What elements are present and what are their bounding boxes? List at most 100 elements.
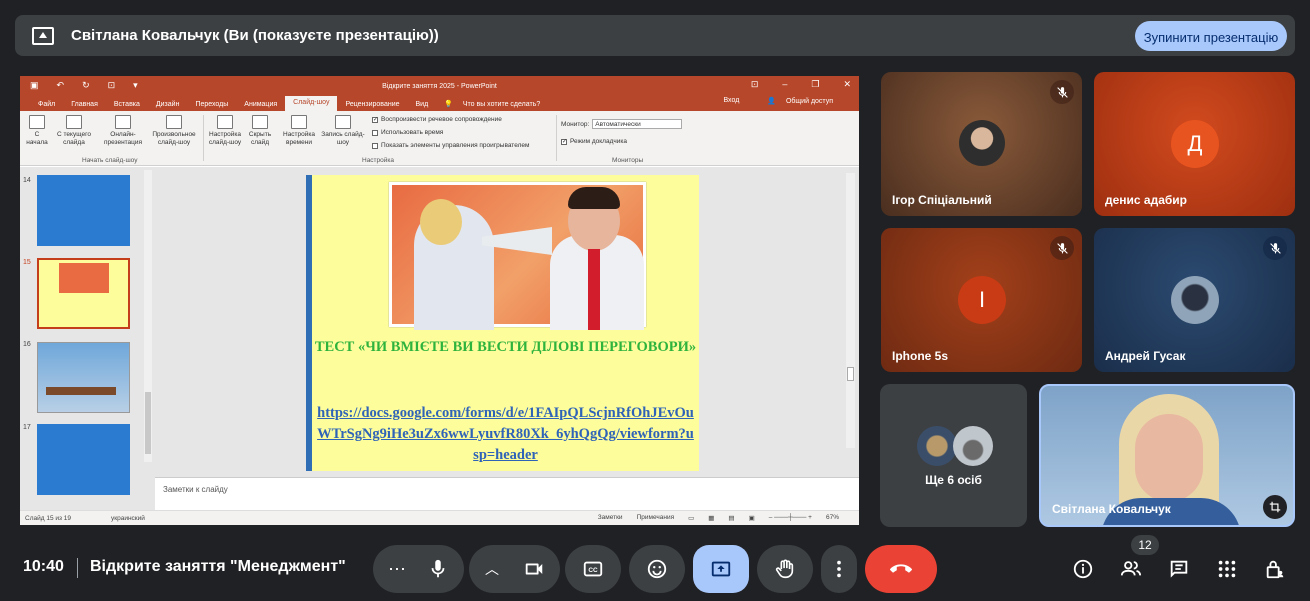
- more-options-button[interactable]: [821, 545, 857, 593]
- notes-pane[interactable]: Заметки к слайду: [155, 477, 859, 503]
- save-icon[interactable]: ▣: [30, 80, 39, 91]
- participant-tile[interactable]: I Iphone 5s: [881, 228, 1082, 372]
- share-label: Общий доступ: [785, 98, 833, 105]
- sorter-view-icon[interactable]: ▦: [708, 514, 714, 522]
- redo-icon[interactable]: ↻: [82, 80, 90, 91]
- notes-placeholder: Заметки к слайду: [163, 485, 228, 494]
- camera-button[interactable]: [508, 545, 560, 593]
- tab-slideshow[interactable]: Слайд-шоу: [285, 96, 338, 111]
- timings-label: Использовать время: [381, 129, 444, 136]
- language-indicator[interactable]: украинский: [111, 515, 145, 522]
- controls-checkbox[interactable]: Показать элементы управления проигрывате…: [372, 142, 529, 149]
- presenting-title: Світлана Ковальчук (Ви (показуєте презен…: [71, 27, 439, 44]
- reactions-button[interactable]: [629, 545, 685, 593]
- slide-thumbnails-pane: 14 15 16 17: [20, 167, 155, 515]
- login-link[interactable]: Вход: [715, 97, 747, 108]
- chat-button[interactable]: [1166, 556, 1192, 582]
- tab-design[interactable]: Дизайн: [148, 101, 188, 111]
- undo-icon[interactable]: ↶: [57, 80, 65, 91]
- ribbon: С начала С текущего слайда Онлайн-презен…: [20, 111, 859, 166]
- participant-tile[interactable]: Андрей Гусак: [1094, 228, 1295, 372]
- scrollbar-thumb[interactable]: [847, 367, 854, 381]
- others-tile[interactable]: Ще 6 осіб: [880, 384, 1027, 527]
- slide-photo: [389, 182, 646, 330]
- slide-thumbnail[interactable]: [37, 175, 130, 246]
- others-count: Ще 6 осіб: [925, 473, 982, 487]
- record-slideshow-button[interactable]: Запись слайд-шоу: [318, 115, 368, 147]
- online-presentation-button[interactable]: Онлайн-презентация: [98, 115, 148, 147]
- camera-icon: [525, 563, 543, 575]
- scrollbar-thumb[interactable]: [145, 392, 151, 454]
- raise-hand-button[interactable]: [757, 545, 813, 593]
- tab-animation[interactable]: Анимация: [236, 101, 285, 111]
- tab-home[interactable]: Главная: [63, 101, 106, 111]
- group-setup-label: Настройка: [362, 157, 394, 164]
- from-current-button[interactable]: С текущего слайда: [52, 115, 96, 147]
- activities-button[interactable]: [1214, 556, 1240, 582]
- tab-review[interactable]: Рецензирование: [337, 101, 407, 111]
- record-label: Запись слайд-шоу: [321, 131, 365, 146]
- zoom-level[interactable]: 67%: [826, 514, 839, 522]
- captions-button[interactable]: CC: [565, 545, 621, 593]
- comments-toggle[interactable]: Примечания: [637, 514, 675, 522]
- meeting-details-button[interactable]: [1070, 556, 1096, 582]
- muted-icon: [1263, 236, 1287, 260]
- current-slide[interactable]: ТЕСТ «ЧИ ВМІЄТЕ ВИ ВЕСТИ ДІЛОВІ ПЕРЕГОВО…: [306, 175, 699, 471]
- reframe-icon[interactable]: [1263, 495, 1287, 519]
- participant-name: денис адабир: [1105, 193, 1188, 207]
- slide-counter: Слайд 15 из 19: [25, 514, 72, 522]
- slide-form-link[interactable]: https://docs.google.com/forms/d/e/1FAIpQ…: [312, 403, 699, 466]
- self-tile[interactable]: Світлана Ковальчук: [1039, 384, 1295, 527]
- present-button[interactable]: [693, 545, 749, 593]
- hand-icon: [775, 559, 794, 579]
- ribbon-divider: [203, 115, 204, 161]
- setup-label: Настройка слайд-шоу: [208, 131, 242, 146]
- share-button[interactable]: 👤 Общий доступ: [759, 97, 849, 108]
- presenter-view-checkbox[interactable]: ✓ Режим докладчика: [561, 138, 627, 145]
- notes-toggle[interactable]: Заметки: [598, 514, 623, 522]
- host-controls-button[interactable]: [1262, 556, 1288, 582]
- monitor-row: Монитор: Автоматически: [561, 119, 683, 129]
- hide-slide-button[interactable]: Скрыть слайд: [246, 115, 274, 147]
- leave-call-button[interactable]: [865, 545, 937, 593]
- ribbon-display-icon[interactable]: ⊡: [751, 79, 759, 90]
- slide-thumbnail-current[interactable]: [37, 258, 130, 329]
- close-icon[interactable]: ✕: [843, 79, 851, 90]
- avatar: [953, 426, 993, 466]
- slide-thumbnail[interactable]: [37, 342, 130, 413]
- present-screen-icon: [711, 561, 731, 577]
- tell-me-search[interactable]: 💡 Что вы хотите сделать?: [436, 100, 556, 111]
- zoom-slider[interactable]: – ───┼─── +: [769, 514, 812, 522]
- slide-thumbnail[interactable]: [37, 424, 130, 495]
- tab-file[interactable]: Файл: [30, 101, 63, 111]
- chevron-up-icon: ︿: [485, 561, 499, 577]
- minimize-icon[interactable]: –: [782, 79, 787, 90]
- microphone-button[interactable]: [412, 545, 464, 593]
- normal-view-icon[interactable]: ▭: [688, 514, 694, 522]
- stop-presenting-button[interactable]: Зупинити презентацію: [1135, 21, 1287, 51]
- lock-person-icon: [1266, 560, 1284, 579]
- shared-screen: ▣ ↶ ↻ ⊡ ▾ Відкрите заняття 2025 - PowerP…: [20, 76, 859, 525]
- woman-head: [420, 199, 462, 245]
- participant-tile[interactable]: Ігор Спіціальний: [881, 72, 1082, 216]
- reading-view-icon[interactable]: ▤: [728, 514, 734, 522]
- customize-icon[interactable]: ▾: [133, 80, 138, 91]
- custom-slideshow-button[interactable]: Произвольное слайд-шоу: [148, 115, 200, 147]
- tab-insert[interactable]: Вставка: [106, 101, 148, 111]
- slideshow-icon[interactable]: ⊡: [108, 80, 116, 91]
- narration-checkbox[interactable]: ✓ Воспроизвести речевое сопровождение: [372, 116, 502, 123]
- editor-scrollbar[interactable]: [846, 173, 855, 448]
- participant-tile[interactable]: Д денис адабир: [1094, 72, 1295, 216]
- slideshow-view-icon[interactable]: ▣: [749, 514, 755, 522]
- people-button[interactable]: [1118, 556, 1144, 582]
- rehearse-timings-button[interactable]: Настройка времени: [280, 115, 318, 147]
- setup-slideshow-button[interactable]: Настройка слайд-шоу: [206, 115, 244, 147]
- timings-checkbox[interactable]: Использовать время: [372, 129, 443, 136]
- from-start-button[interactable]: С начала: [24, 115, 50, 147]
- thumbnails-scrollbar[interactable]: [144, 170, 152, 462]
- monitor-select[interactable]: Автоматически: [592, 119, 683, 129]
- tab-view[interactable]: Вид: [408, 101, 437, 111]
- thumb-number: 16: [23, 341, 31, 348]
- maximize-icon[interactable]: ❐: [811, 79, 819, 90]
- tab-transitions[interactable]: Переходы: [187, 101, 236, 111]
